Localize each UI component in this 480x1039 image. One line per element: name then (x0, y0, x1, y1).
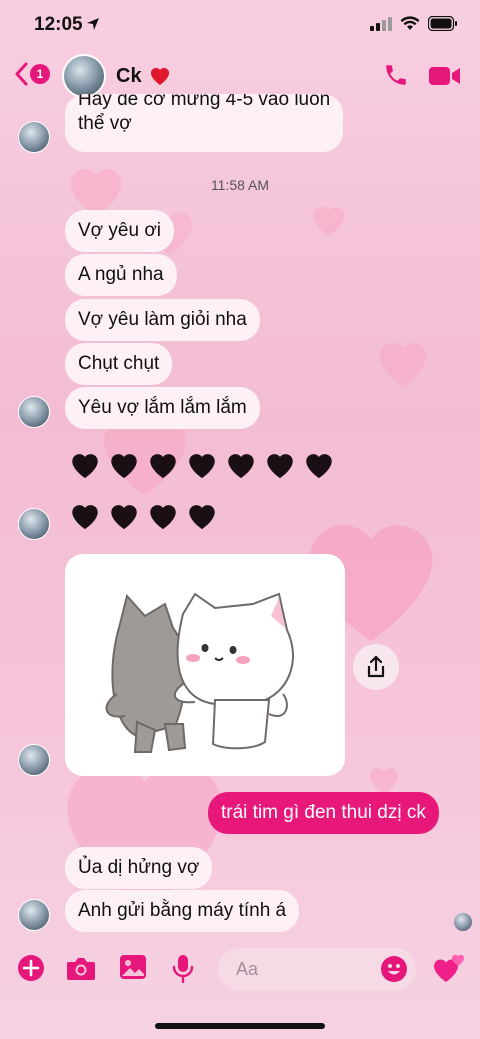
sender-avatar[interactable] (18, 508, 50, 540)
message-text: thể vợ (78, 113, 132, 134)
black-hearts-message[interactable] (68, 499, 219, 531)
chevron-left-icon (15, 62, 28, 86)
black-heart-icon (150, 505, 176, 530)
share-sticker-button[interactable] (353, 644, 399, 690)
message-bubble[interactable]: Vợ yêu ơi (65, 210, 175, 252)
message-text: trái tim gì đen thui dzị ck (221, 802, 426, 823)
message-text: Ủa dị hửng vợ (78, 857, 200, 878)
black-heart-icon (72, 454, 98, 479)
location-arrow-icon (87, 18, 99, 30)
battery-icon (428, 16, 457, 31)
sender-avatar[interactable] (18, 899, 50, 931)
background-heart-icon (370, 768, 398, 795)
message-text: Yêu vợ lắm lắm lắm (78, 397, 247, 418)
message-bubble[interactable]: A ngủ nha (65, 254, 177, 296)
status-bar: 12:05 (0, 0, 480, 50)
contact-name[interactable]: Ck (116, 65, 142, 88)
message-input-placeholder: Aa (236, 959, 259, 979)
contact-avatar[interactable] (62, 54, 106, 98)
microphone-icon[interactable] (172, 954, 194, 984)
message-bubble[interactable]: Anh gửi bằng máy tính á (65, 890, 300, 932)
black-heart-icon (150, 454, 176, 479)
plus-icon[interactable] (17, 954, 45, 982)
message-bubble[interactable]: Vợ yêu làm giỏi nha (65, 299, 260, 341)
message-bubble[interactable]: Yêu vợ lắm lắm lắm (65, 387, 260, 429)
gallery-icon[interactable] (119, 954, 147, 980)
message-text: Anh gửi bằng máy tính á (78, 900, 287, 921)
message-text: Hay để cơ mừng 4-5 vào luôn (78, 94, 331, 110)
unread-badge: 1 (30, 64, 50, 84)
black-heart-icon (189, 505, 215, 530)
hugging-cats-sticker[interactable] (65, 554, 345, 776)
video-call-icon[interactable] (429, 65, 461, 87)
black-heart-icon (267, 454, 293, 479)
black-hearts-message[interactable] (68, 448, 336, 480)
black-heart-icon (189, 454, 215, 479)
black-heart-icon (111, 505, 137, 530)
message-composer: Aa (0, 948, 480, 992)
message-text: Chụt chụt (78, 353, 160, 374)
sender-avatar[interactable] (18, 121, 50, 153)
background-heart-icon (379, 342, 427, 387)
black-heart-icon (306, 454, 332, 479)
black-heart-icon (72, 505, 98, 530)
sent-message-bubble[interactable]: trái tim gì đen thui dzị ck (208, 792, 439, 834)
background-heart-icon (313, 206, 345, 237)
message-timestamp: 11:58 AM (210, 177, 270, 193)
signal-icon (370, 16, 392, 31)
hearts-icon[interactable] (432, 952, 466, 984)
seen-receipt-avatar (454, 913, 472, 931)
status-time: 12:05 (34, 14, 83, 35)
sender-avatar[interactable] (18, 744, 50, 776)
message-bubble-partial[interactable]: Hay để cơ mừng 4-5 vào luôn thể vợ (65, 94, 344, 152)
message-text: Vợ yêu làm giỏi nha (78, 309, 247, 330)
share-icon (367, 655, 385, 678)
message-text: A ngủ nha (78, 264, 164, 285)
hugging-cats-sticker-image (105, 592, 294, 753)
back-button[interactable]: 1 (14, 62, 50, 86)
camera-icon[interactable] (66, 954, 96, 982)
message-text: Vợ yêu ơi (78, 220, 162, 241)
message-bubble[interactable]: Chụt chụt (65, 343, 173, 385)
home-indicator (155, 1023, 325, 1029)
emoji-icon[interactable] (380, 955, 408, 983)
sender-avatar[interactable] (18, 396, 50, 428)
red-heart-icon (151, 68, 169, 85)
message-input[interactable]: Aa (218, 948, 416, 990)
black-heart-icon (111, 454, 137, 479)
black-heart-icon (228, 454, 254, 479)
wifi-icon (400, 16, 420, 30)
phone-icon[interactable] (383, 62, 409, 88)
message-bubble[interactable]: Ủa dị hửng vợ (65, 847, 213, 889)
